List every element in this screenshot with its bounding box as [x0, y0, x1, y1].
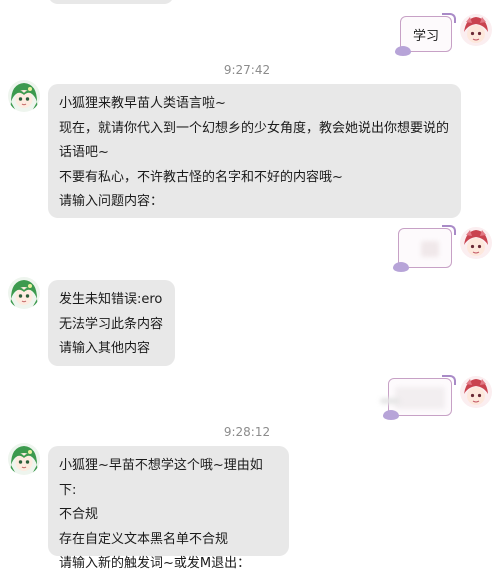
- timestamp: 9:28:12: [223, 425, 271, 439]
- user-avatar[interactable]: [460, 227, 492, 259]
- sent-message-text: 学习: [412, 28, 439, 44]
- message-line: 现在，就请你代入到一个幻想乡的少女角度，教会她说出你想要说的: [59, 120, 450, 136]
- bot-avatar[interactable]: [8, 277, 40, 309]
- message-line: 请输入新的触发词~或发M退出：: [59, 556, 251, 571]
- message-line: 小狐狸来教早苗人类语言啦~: [59, 96, 226, 111]
- received-message-bubble: 发生未知错误:ero 无法学习此条内容 请输入其他内容: [48, 280, 175, 366]
- previous-message-bubble: [48, 0, 174, 4]
- message-line: 不要有私心，不许教古怪的名字和不好的内容哦~: [59, 169, 343, 185]
- bot-avatar[interactable]: [8, 80, 40, 112]
- sent-message-bubble: [393, 225, 456, 272]
- user-avatar-icon: [460, 227, 492, 259]
- received-message-bubble: 小狐狸~早苗不想学这个哦~理由如下: 不合规 存在自定义文本黑名单不合规 请输入…: [48, 446, 289, 571]
- bubble-decoration-icon: [442, 375, 456, 385]
- redacted-content: [421, 241, 439, 257]
- user-avatar[interactable]: [460, 14, 492, 46]
- message-line: 话语吧~: [59, 145, 109, 160]
- sent-message-bubble: [383, 375, 456, 420]
- message-line: 无法学习此条内容: [59, 316, 164, 332]
- timestamp: 9:27:42: [223, 63, 271, 77]
- user-avatar-icon: [460, 376, 492, 408]
- message-line: 不合规: [59, 507, 99, 522]
- bubble-decoration-icon: [383, 410, 399, 420]
- bot-avatar-icon: [8, 80, 40, 112]
- redacted-content: [395, 387, 445, 409]
- bot-avatar[interactable]: [8, 443, 40, 475]
- message-line: 小狐狸~早苗不想学这个哦~理由如下:: [59, 458, 263, 498]
- sent-message-bubble: 学习: [395, 13, 456, 56]
- chat-window: 学习 9:27:42 小狐狸来教早苗人类语言啦~ 现在，就请你代入到一个幻想乡的…: [0, 0, 494, 584]
- message-line: 请输入问题内容：: [59, 194, 164, 209]
- user-avatar[interactable]: [460, 376, 492, 408]
- received-message-bubble: 小狐狸来教早苗人类语言啦~ 现在，就请你代入到一个幻想乡的少女角度，教会她说出你…: [48, 84, 461, 218]
- bubble-decoration-icon: [442, 225, 456, 235]
- message-line: 发生未知错误:ero: [59, 292, 163, 307]
- redacted-content: [380, 398, 400, 404]
- user-avatar-icon: [460, 14, 492, 46]
- bot-avatar-icon: [8, 277, 40, 309]
- message-line: 存在自定义文本黑名单不合规: [59, 531, 229, 547]
- message-line: 请输入其他内容: [59, 341, 151, 356]
- bot-avatar-icon: [8, 443, 40, 475]
- bubble-decoration-icon: [393, 262, 409, 272]
